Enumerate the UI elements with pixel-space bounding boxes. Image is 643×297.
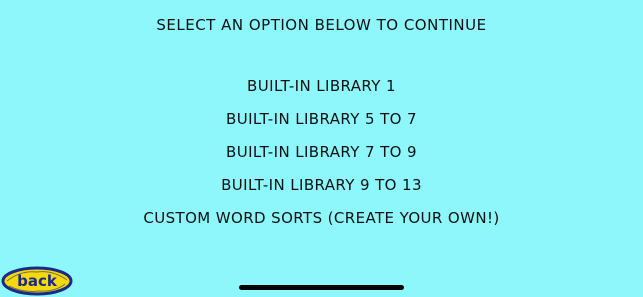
menu-item-built-in-library-9-to-13[interactable]: BUILT-IN LIBRARY 9 TO 13 <box>0 175 643 195</box>
back-logo-icon: back <box>1 266 73 296</box>
home-indicator[interactable] <box>239 285 404 290</box>
back-button[interactable]: back <box>1 266 73 296</box>
back-label: back <box>17 272 58 290</box>
menu-item-built-in-library-7-to-9[interactable]: BUILT-IN LIBRARY 7 TO 9 <box>0 142 643 162</box>
menu-item-custom-word-sorts[interactable]: CUSTOM WORD SORTS (CREATE YOUR OWN!) <box>0 208 643 228</box>
menu-item-built-in-library-5-to-7[interactable]: BUILT-IN LIBRARY 5 TO 7 <box>0 109 643 129</box>
page-heading: SELECT AN OPTION BELOW TO CONTINUE <box>156 16 487 34</box>
menu-item-built-in-library-1[interactable]: BUILT-IN LIBRARY 1 <box>0 76 643 96</box>
